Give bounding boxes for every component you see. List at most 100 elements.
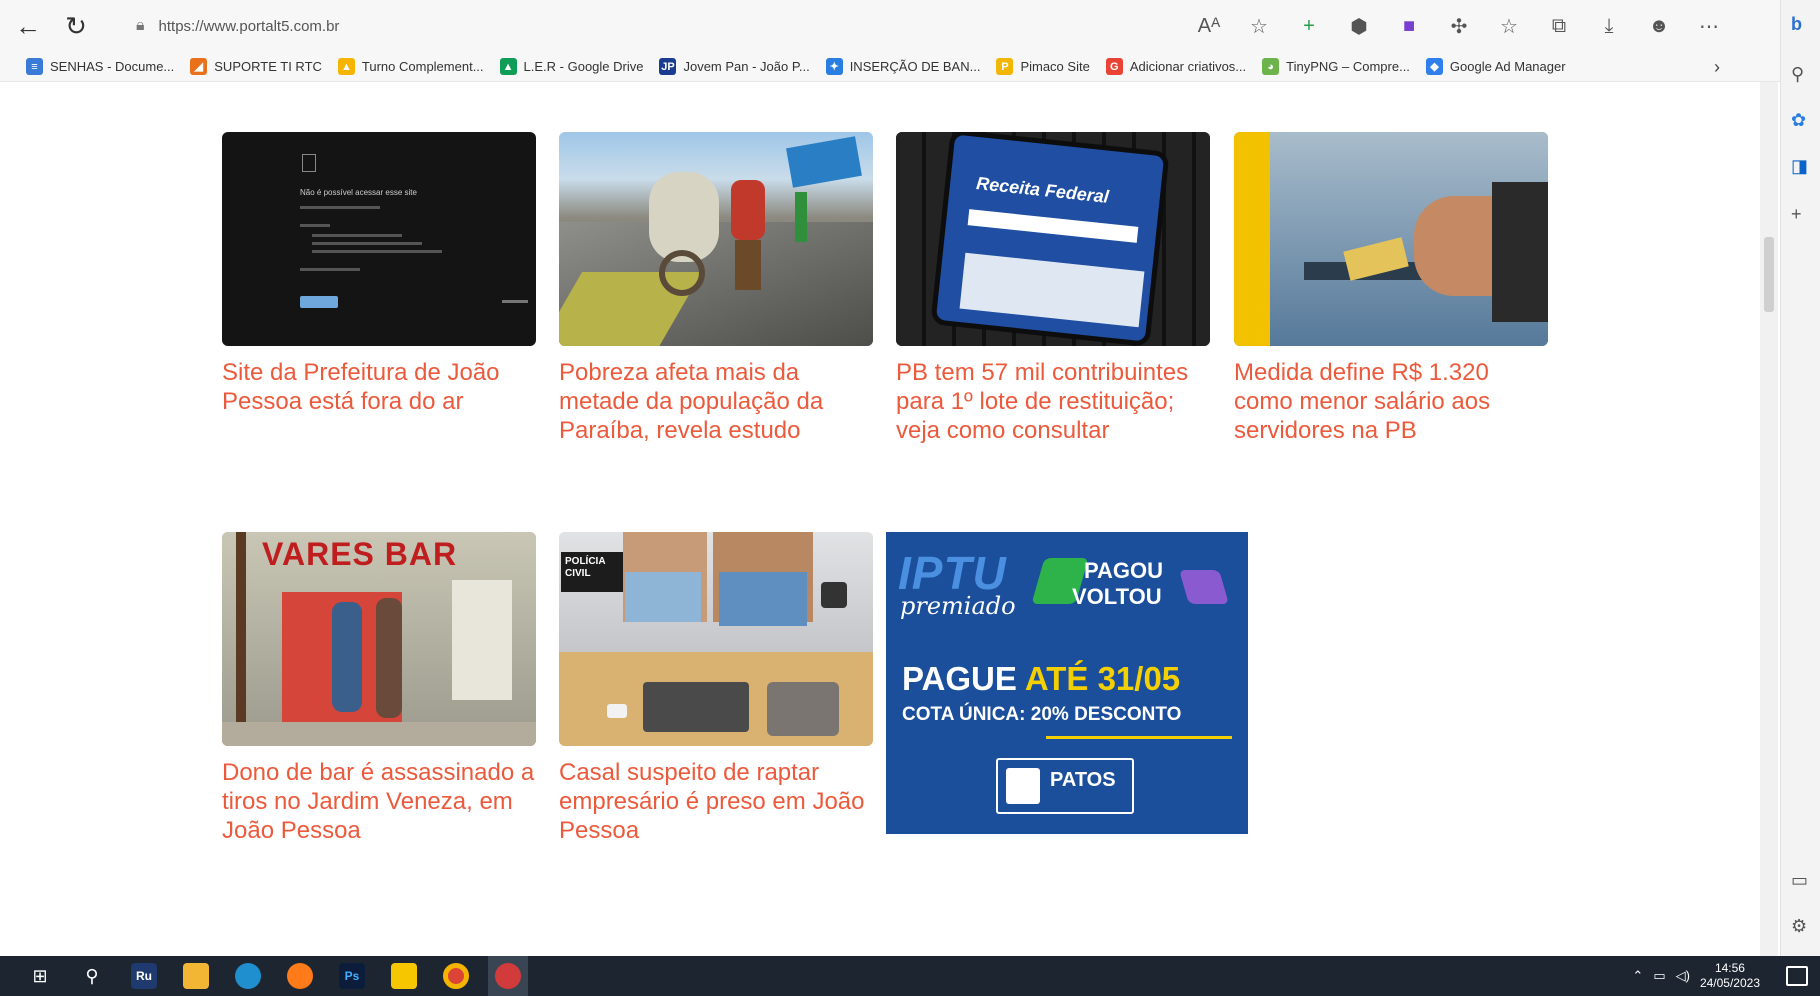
iptu-ad-banner[interactable]: IPTU premiado PAGOU VOLTOU PAGUE ATÉ 31/… (886, 532, 1248, 834)
url-text: https://www.portalt5.com.br (158, 17, 340, 35)
article-thumbnail[interactable]: VARES BAR (222, 532, 536, 746)
article-title[interactable]: Medida define R$ 1.320 como menor salári… (1234, 358, 1548, 445)
bookmark-item[interactable]: ▲ Turno Complement... (337, 58, 484, 75)
article-card[interactable]: Medida define R$ 1.320 como menor salári… (1234, 132, 1548, 445)
bookmark-favicon-icon: ◕ (1262, 58, 1280, 75)
article-thumbnail[interactable] (1234, 132, 1548, 346)
refresh-button[interactable]: ↻ (56, 6, 96, 46)
bookmark-label: Google Ad Manager (1449, 59, 1566, 74)
windows-start-icon[interactable]: ⊞ (20, 956, 60, 996)
bookmark-label: Pimaco Site (1020, 59, 1090, 74)
page-scrollbar[interactable] (1760, 82, 1778, 956)
clock-time: 14:56 (1714, 961, 1745, 975)
ad-city: PATOS (1050, 769, 1116, 791)
bookmark-label: SENHAS - Docume... (50, 59, 175, 74)
article-thumbnail[interactable]: POLÍCIA CIVIL (559, 532, 873, 746)
file-explorer-icon[interactable] (176, 956, 216, 996)
bookmark-favicon-icon: ✦ (825, 58, 843, 75)
article-thumbnail[interactable]: Receita Federal (896, 132, 1210, 346)
back-button[interactable]: ← (8, 6, 48, 46)
bookmark-favicon-icon: JP (659, 58, 677, 75)
ad-voltou: VOLTOU (1072, 584, 1162, 609)
search-icon[interactable]: ⚲ (72, 956, 112, 996)
network-icon[interactable]: ▭ (1653, 968, 1665, 984)
bookmark-item[interactable]: ✦ INSERÇÃO DE BAN... (825, 58, 981, 75)
ad-pagou: PAGOU (1084, 558, 1164, 583)
extensions-puzzle-icon[interactable]: ✣ (1446, 14, 1472, 39)
bing-icon[interactable]: b (1791, 14, 1802, 35)
article-thumbnail[interactable] (559, 132, 873, 346)
ad-pague: PAGUE (902, 660, 1017, 697)
clock-date: 24/05/2023 (1699, 976, 1760, 990)
active-app-icon[interactable] (488, 956, 528, 996)
bookmark-label: TinyPNG – Compre... (1286, 59, 1410, 74)
app-ru-icon[interactable]: Ru (124, 956, 164, 996)
bookmark-item[interactable]: ◢ SUPORTE TI RTC (190, 58, 322, 75)
bookmarks-more-chevron-icon[interactable]: › (1714, 57, 1720, 78)
clock[interactable]: 14:56 24/05/2023 (1700, 961, 1760, 991)
article-card[interactable]: POLÍCIA CIVIL Casal suspeito de raptar e… (559, 532, 873, 845)
article-card[interactable]: Pobreza afeta mais da metade da populaçã… (559, 132, 873, 445)
back-arrow-icon: ← (15, 10, 41, 41)
article-title[interactable]: Pobreza afeta mais da metade da populaçã… (559, 358, 873, 445)
purple-extension-icon[interactable]: ■ (1396, 15, 1422, 38)
lock-icon: 🔒︎ (136, 17, 145, 34)
edge-browser-icon[interactable] (228, 956, 268, 996)
outlook-icon[interactable]: ◨ (1791, 156, 1808, 177)
bookmark-favicon-icon: ◆ (1425, 58, 1443, 75)
article-title[interactable]: Site da Prefeitura de João Pessoa está f… (222, 358, 536, 416)
article-title[interactable]: PB tem 57 mil contribuintes para 1º lote… (896, 358, 1210, 445)
collections-icon[interactable]: ⧉ (1546, 15, 1572, 38)
bookmark-item[interactable]: ≡ SENHAS - Docume... (26, 58, 174, 75)
bookmark-label: Turno Complement... (361, 59, 484, 74)
firefox-icon[interactable] (280, 956, 320, 996)
bookmark-item[interactable]: ◕ TinyPNG – Compre... (1262, 58, 1410, 75)
profile-icon[interactable]: ☻ (1646, 15, 1672, 38)
ad-divider (1046, 736, 1232, 739)
article-card[interactable]: Receita Federal PB tem 57 mil contribuin… (896, 132, 1210, 445)
sidebar-layout-icon[interactable]: ▭ (1791, 870, 1808, 891)
url-field[interactable]: 🔒︎ https://www.portalt5.com.br (136, 9, 1176, 43)
bookmark-favicon-icon: G (1105, 58, 1123, 75)
bookmark-label: Jovem Pan - João P... (683, 59, 810, 74)
bookmark-item[interactable]: G Adicionar criativos... (1105, 58, 1246, 75)
tray-chevron-icon[interactable]: ⌃ (1632, 968, 1643, 984)
photoshop-icon[interactable]: Ps (332, 956, 372, 996)
add-sidebar-icon[interactable]: + (1791, 204, 1802, 225)
bookmark-favicon-icon: ◢ (190, 58, 208, 75)
bookmark-item[interactable]: ◆ Google Ad Manager (1425, 58, 1566, 75)
read-aloud-icon[interactable]: Aᴬ (1196, 15, 1222, 38)
bookmark-favicon-icon: ▲ (499, 58, 517, 75)
volume-icon[interactable]: ◁) (1676, 968, 1690, 984)
bookmarks-bar: ≡ SENHAS - Docume... ◢ SUPORTE TI RTC ▲ Turno… (0, 52, 1780, 82)
add-extension-icon[interactable]: + (1296, 15, 1322, 38)
article-title[interactable]: Dono de bar é assassinado a tiros no Jar… (222, 758, 536, 845)
bookmark-item[interactable]: P Pimaco Site (996, 58, 1090, 75)
shopping-icon[interactable]: ✿ (1791, 110, 1806, 131)
article-title[interactable]: Casal suspeito de raptar empresário é pr… (559, 758, 873, 845)
bookmark-favicon-icon: ▲ (337, 58, 355, 75)
search-icon[interactable]: ⚲ (1791, 64, 1804, 85)
favorite-star-icon[interactable]: ☆ (1246, 14, 1272, 39)
ad-patos-logo: PATOS (996, 758, 1134, 814)
article-thumbnail[interactable]: Não é possível acessar esse site (222, 132, 536, 346)
notifications-icon[interactable] (1786, 966, 1808, 986)
favorites-list-icon[interactable]: ☆ (1496, 14, 1522, 39)
downloads-icon[interactable]: ⤓ (1596, 15, 1622, 38)
address-bar-row: ← ↻ 🔒︎ https://www.portalt5.com.br Aᴬ ☆ … (0, 0, 1780, 52)
error-page-title: Não é possível acessar esse site (300, 188, 417, 197)
scrollbar-thumb[interactable] (1764, 237, 1774, 312)
article-card[interactable]: VARES BAR Dono de bar é assassinado a ti… (222, 532, 536, 845)
bookmark-label: INSERÇÃO DE BAN... (849, 59, 981, 74)
bookmark-item[interactable]: JP Jovem Pan - João P... (659, 58, 810, 75)
shield-extension-icon[interactable]: ⬢ (1346, 14, 1372, 39)
settings-gear-icon[interactable]: ⚙ (1791, 916, 1807, 937)
ad-brand-sub: premiado (900, 592, 1016, 620)
ad-discount: COTA ÚNICA: 20% DESCONTO (902, 704, 1182, 725)
more-options-icon[interactable]: ⋯ (1696, 14, 1722, 39)
chrome-icon[interactable] (436, 956, 476, 996)
article-card[interactable]: Não é possível acessar esse site Site da… (222, 132, 536, 416)
bookmark-item[interactable]: ▲ L.E.R - Google Drive (499, 58, 643, 75)
policia-civil-badge: POLÍCIA CIVIL (561, 552, 627, 592)
sticky-notes-icon[interactable] (384, 956, 424, 996)
